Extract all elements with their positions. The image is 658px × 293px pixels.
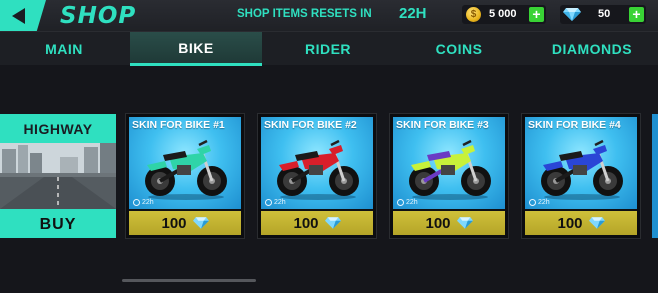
next-card-edge xyxy=(652,114,658,238)
back-button[interactable] xyxy=(0,0,46,31)
diamond-icon xyxy=(192,217,209,229)
tab-rider[interactable]: RIDER xyxy=(264,32,392,66)
skin-timer: 22h xyxy=(265,199,286,206)
coin-balance: $ 5 000 + xyxy=(462,5,546,24)
price-value: 100 xyxy=(161,214,187,232)
skin-timer-value: 22h xyxy=(406,199,418,206)
buy-button[interactable]: BUY xyxy=(0,211,116,238)
dirt-bike-icon xyxy=(145,139,227,200)
clock-icon xyxy=(265,199,272,206)
skin-card[interactable]: SKIN FOR BIKE #2 22h 100 xyxy=(258,114,376,238)
highway-card[interactable]: HIGHWAY BUY xyxy=(0,114,116,238)
tab-diamonds[interactable]: DIAMONDS xyxy=(526,32,658,66)
clock-icon xyxy=(529,199,536,206)
skin-title: SKIN FOR BIKE #4 xyxy=(528,119,621,131)
skin-image: SKIN FOR BIKE #2 22h xyxy=(261,117,373,209)
clock-icon xyxy=(133,199,140,206)
diamond-icon xyxy=(324,217,341,229)
price-value: 100 xyxy=(557,214,583,232)
diamond-balance: 50 + xyxy=(560,5,646,24)
tab-main[interactable]: MAIN xyxy=(0,32,128,66)
coin-amount: 5 000 xyxy=(489,8,517,20)
price-button[interactable]: 100 xyxy=(525,211,637,235)
price-button[interactable]: 100 xyxy=(393,211,505,235)
scroll-indicator[interactable] xyxy=(122,279,256,282)
skin-title: SKIN FOR BIKE #1 xyxy=(132,119,225,131)
dirt-bike-icon xyxy=(409,139,491,200)
back-arrow-icon xyxy=(12,7,25,24)
skin-card[interactable]: SKIN FOR BIKE #1 22h 100 xyxy=(126,114,244,238)
skin-image: SKIN FOR BIKE #1 22h xyxy=(129,117,241,209)
page-title: SHOP xyxy=(60,3,137,29)
skin-timer-value: 22h xyxy=(274,199,286,206)
skin-timer: 22h xyxy=(133,199,154,206)
price-button[interactable]: 100 xyxy=(261,211,373,235)
highway-image xyxy=(0,143,116,209)
reset-label: SHOP ITEMS RESETS IN xyxy=(237,8,372,20)
dirt-bike-icon xyxy=(277,139,359,200)
price-value: 100 xyxy=(293,214,319,232)
dirt-bike-icon xyxy=(541,139,623,200)
diamond-icon xyxy=(588,217,605,229)
skin-timer: 22h xyxy=(529,199,550,206)
tab-coins[interactable]: COINS xyxy=(394,32,524,66)
tab-bike[interactable]: BIKE xyxy=(130,32,262,66)
skin-timer-value: 22h xyxy=(538,199,550,206)
reset-timer: 22H xyxy=(399,5,427,22)
skin-title: SKIN FOR BIKE #3 xyxy=(396,119,489,131)
add-coins-button[interactable]: + xyxy=(529,7,544,22)
coin-icon: $ xyxy=(466,7,481,22)
skin-card[interactable]: SKIN FOR BIKE #3 22h 100 xyxy=(390,114,508,238)
skin-card[interactable]: SKIN FOR BIKE #4 22h 100 xyxy=(522,114,640,238)
diamond-icon xyxy=(563,8,581,21)
skin-timer: 22h xyxy=(397,199,418,206)
skin-image: SKIN FOR BIKE #3 22h xyxy=(393,117,505,209)
add-diamonds-button[interactable]: + xyxy=(629,7,644,22)
skin-title: SKIN FOR BIKE #2 xyxy=(264,119,357,131)
price-value: 100 xyxy=(425,214,451,232)
price-button[interactable]: 100 xyxy=(129,211,241,235)
clock-icon xyxy=(397,199,404,206)
skin-timer-value: 22h xyxy=(142,199,154,206)
highway-title: HIGHWAY xyxy=(23,120,93,137)
skin-image: SKIN FOR BIKE #4 22h xyxy=(525,117,637,209)
diamond-amount: 50 xyxy=(598,8,611,20)
top-bar: SHOP SHOP ITEMS RESETS IN 22H $ 5 000 + … xyxy=(0,0,658,31)
diamond-icon xyxy=(456,217,473,229)
category-tabs: MAIN BIKE RIDER COINS DIAMONDS xyxy=(0,31,658,66)
shop-content: HIGHWAY BUY SKIN FOR BIKE #1 22h 100 SKI… xyxy=(0,65,658,293)
